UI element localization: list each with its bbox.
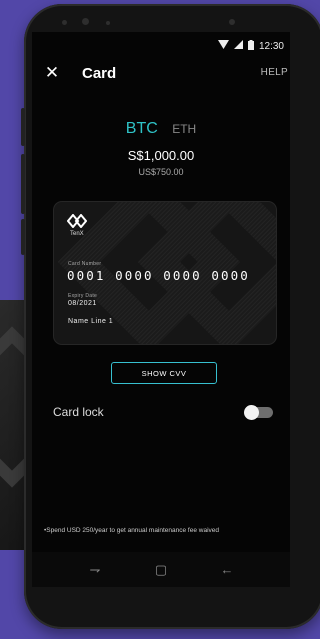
card-number-label: Card Number	[68, 261, 102, 267]
balance-primary: S$1,000.00	[127, 148, 195, 163]
home-icon[interactable]: ▢	[151, 562, 171, 578]
toggle-thumb	[244, 405, 259, 420]
tab-eth[interactable]: ETH	[172, 122, 196, 136]
nav-bar: ⇁ ▢ ←	[32, 552, 290, 587]
card-lock-toggle[interactable]	[244, 405, 273, 420]
volume-button	[21, 108, 25, 146]
balance-secondary: US$750.00	[138, 167, 184, 177]
wifi-icon	[217, 40, 229, 52]
status-time: 12:30	[258, 40, 284, 52]
card-lock-label: Card lock	[53, 405, 104, 419]
cardholder-name: Name Line 1	[68, 318, 114, 325]
card-number: 0001 0000 0000 0000	[67, 268, 250, 283]
front-camera	[82, 18, 89, 25]
status-bar: 12:30	[32, 32, 290, 60]
show-cvv-button[interactable]: SHOW CVV	[111, 362, 217, 384]
expiry-date: 08/2021	[68, 300, 97, 307]
app-bar: ✕ Card HELP	[32, 62, 290, 88]
help-link[interactable]: HELP	[261, 67, 288, 78]
footnote: •Spend USD 250/year to get annual mainte…	[44, 527, 220, 534]
screen: 12:30 ✕ Card HELP BTC ETH S$1,000.00 US$…	[32, 32, 290, 587]
close-icon[interactable]: ✕	[44, 64, 60, 81]
volume-button-down	[21, 154, 25, 214]
debit-card: TenX Card Number 0001 0000 0000 0000 Exp…	[54, 202, 276, 344]
page-title: Card	[82, 65, 117, 82]
coin-tabs: BTC ETH	[32, 120, 290, 138]
recents-icon[interactable]: ⇁	[85, 562, 105, 578]
sensor-dot	[62, 20, 67, 25]
bixby-button	[21, 219, 25, 255]
sensor-dot-2	[106, 21, 110, 25]
card-brand: TenX	[70, 231, 84, 237]
signal-icon	[233, 40, 243, 52]
tab-btc[interactable]: BTC	[126, 120, 158, 138]
expiry-label: Expiry Date	[68, 293, 98, 299]
iris-sensor	[229, 19, 235, 25]
battery-icon	[247, 39, 254, 53]
back-icon[interactable]: ←	[217, 562, 237, 577]
